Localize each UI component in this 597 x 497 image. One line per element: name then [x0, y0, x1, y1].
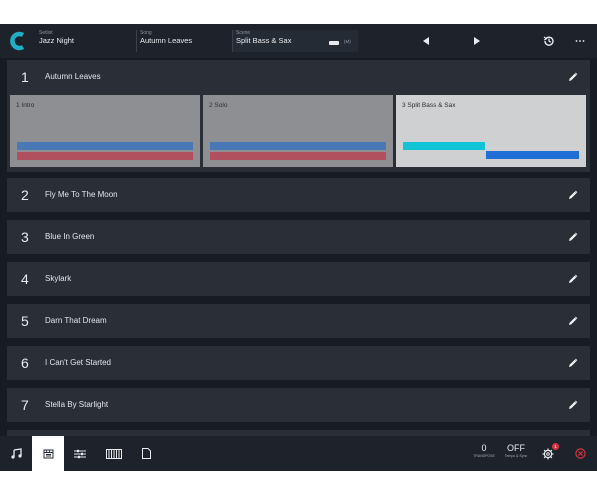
- panic-icon[interactable]: [565, 436, 595, 471]
- edit-pencil-icon[interactable]: [568, 274, 578, 284]
- settings-badge: 1: [552, 443, 559, 450]
- scenes-icon[interactable]: [32, 436, 64, 471]
- song-title: Blue In Green: [45, 232, 95, 241]
- edit-pencil-icon[interactable]: [568, 72, 578, 82]
- app-window: Setlist Jazz Night Song Autumn Leaves Sc…: [0, 24, 597, 471]
- scene-card-label: 3 Split Bass & Sax: [402, 102, 456, 109]
- edit-pencil-icon[interactable]: [568, 190, 578, 200]
- song-row-expanded[interactable]: 1 Autumn Leaves 1 Intro 2 Solo 3 Split B…: [7, 60, 590, 172]
- scene-card-label: 2 Solo: [209, 102, 228, 109]
- layer-bar-blue: [17, 142, 193, 150]
- song-number: 1: [21, 69, 29, 85]
- scene-card-label: 1 Intro: [16, 102, 35, 109]
- song-number: 2: [21, 187, 29, 203]
- logo-icon[interactable]: [9, 31, 27, 51]
- history-icon[interactable]: [541, 33, 557, 49]
- song-title: Skylark: [45, 274, 72, 283]
- edit-pencil-icon[interactable]: [568, 316, 578, 326]
- keyboard-icon[interactable]: [98, 436, 130, 471]
- next-icon[interactable]: [469, 33, 485, 49]
- song-title: Autumn Leaves: [45, 72, 101, 81]
- tempo-label: Tempo & Sync: [504, 454, 528, 458]
- scene-value: Split Bass & Sax: [236, 36, 292, 45]
- layer-bar-cyan: [403, 142, 485, 150]
- edit-pencil-icon[interactable]: [568, 358, 578, 368]
- settings-icon[interactable]: [533, 436, 563, 471]
- song-row[interactable]: 5 Darn That Dream: [7, 304, 590, 338]
- song-title: I Can't Get Started: [45, 358, 112, 367]
- song-number: 4: [21, 271, 29, 287]
- document-icon[interactable]: [130, 436, 162, 471]
- song-row[interactable]: 2 Fly Me To The Moon: [7, 178, 590, 212]
- song-selector[interactable]: Song Autumn Leaves: [136, 30, 232, 52]
- transpose-label: TRANSPOSE: [473, 454, 495, 458]
- transpose-value: 0: [481, 443, 487, 453]
- more-icon[interactable]: [572, 33, 588, 49]
- song-title: Fly Me To The Moon: [45, 190, 118, 199]
- setlist-selector[interactable]: Setlist Jazz Night: [36, 30, 134, 52]
- song-row[interactable]: 7 Stella By Starlight: [7, 388, 590, 422]
- song-number: 3: [21, 229, 29, 245]
- song-number: 5: [21, 313, 29, 329]
- top-bar: Setlist Jazz Night Song Autumn Leaves Sc…: [0, 24, 597, 58]
- layer-bar-royal: [486, 151, 579, 159]
- music-note-icon[interactable]: [0, 436, 32, 471]
- tempo-sync-control[interactable]: OFF Tempo & Sync: [501, 443, 531, 459]
- scene-selector[interactable]: Scene Split Bass & Sax (M): [232, 30, 358, 52]
- scene-toggle[interactable]: [329, 41, 339, 45]
- previous-icon[interactable]: [418, 33, 434, 49]
- edit-pencil-icon[interactable]: [568, 400, 578, 410]
- setlist-value: Jazz Night: [39, 36, 75, 45]
- song-row[interactable]: 3 Blue In Green: [7, 220, 590, 254]
- scene-card-split-bass-sax[interactable]: 3 Split Bass & Sax: [396, 95, 586, 167]
- bottom-bar: 0 TRANSPOSE OFF Tempo & Sync 1: [0, 436, 597, 471]
- layer-bar-red: [210, 152, 386, 160]
- layer-bar-blue: [210, 142, 386, 150]
- song-value: Autumn Leaves: [140, 36, 193, 45]
- scene-card-intro[interactable]: 1 Intro: [10, 95, 200, 167]
- song-row[interactable]: 6 I Can't Get Started: [7, 346, 590, 380]
- mixer-icon[interactable]: [64, 436, 96, 471]
- transpose-control[interactable]: 0 TRANSPOSE: [469, 443, 499, 459]
- scene-card-solo[interactable]: 2 Solo: [203, 95, 393, 167]
- scene-toggle-label: (M): [344, 39, 351, 44]
- song-number: 6: [21, 355, 29, 371]
- edit-pencil-icon[interactable]: [568, 232, 578, 242]
- song-title: Darn That Dream: [45, 316, 107, 325]
- song-number: 7: [21, 397, 29, 413]
- song-title: Stella By Starlight: [45, 400, 109, 409]
- layer-bar-red: [17, 152, 193, 160]
- song-row[interactable]: 4 Skylark: [7, 262, 590, 296]
- tempo-value: OFF: [507, 443, 525, 453]
